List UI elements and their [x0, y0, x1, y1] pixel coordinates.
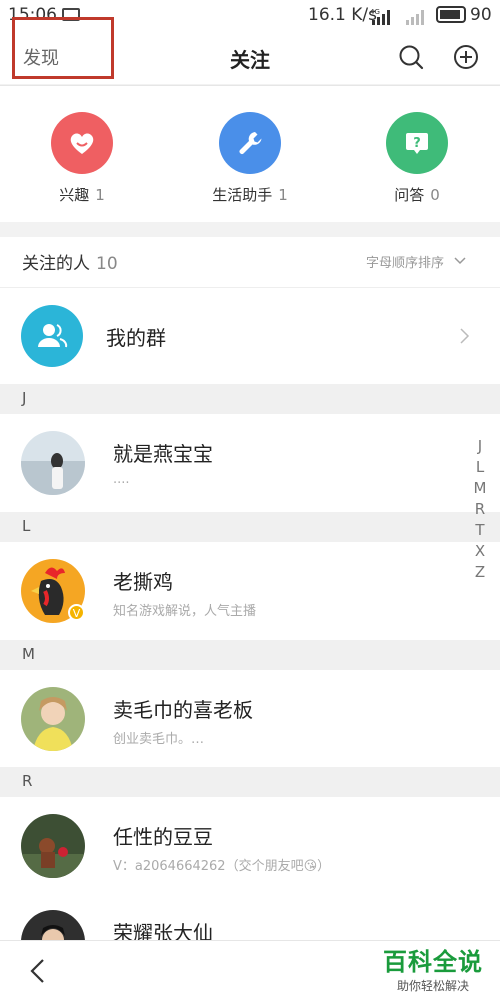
verified-badge: V	[68, 604, 85, 621]
index-letter[interactable]: T	[468, 520, 492, 541]
signal-4g-icon: 4G	[370, 8, 390, 25]
contact-subtitle: ....	[113, 472, 130, 487]
category-count: 1	[278, 186, 288, 204]
contact-subtitle: V：a2064664262（交个朋友吧😘）	[113, 859, 331, 874]
category-row: 兴趣 1 生活助手 1 ? 问答 0	[0, 85, 500, 222]
search-icon[interactable]	[398, 44, 424, 70]
battery-percent: 90	[470, 5, 492, 25]
section-header: L	[0, 512, 500, 542]
alphabet-index[interactable]: J L M R T X Z	[468, 436, 492, 583]
chevron-right-icon	[460, 328, 470, 344]
watermark-title: 百科全说	[383, 948, 483, 976]
category-count: 0	[430, 186, 440, 204]
contact-name: 就是燕宝宝	[113, 442, 213, 466]
section-header: J	[0, 384, 500, 414]
contact-row[interactable]: 卖毛巾的喜老板 创业卖毛巾。…	[0, 670, 500, 768]
group-icon	[21, 305, 83, 367]
following-count: 10	[96, 254, 118, 274]
category-label: 生活助手	[212, 186, 273, 204]
chevron-down-icon[interactable]	[454, 255, 466, 267]
category-life-assistant[interactable]: 生活助手 1	[190, 112, 310, 205]
section-header: M	[0, 640, 500, 670]
index-letter[interactable]: M	[468, 478, 492, 499]
contact-name: 卖毛巾的喜老板	[113, 698, 253, 722]
category-interest[interactable]: 兴趣 1	[22, 112, 142, 205]
sort-button[interactable]: 字母顺序排序	[366, 252, 444, 271]
contact-subtitle: 知名游戏解说，人气主播	[113, 604, 257, 619]
category-label: 问答	[394, 186, 425, 204]
signal-icon	[406, 10, 424, 25]
network-speed: 16.1 K/s	[308, 5, 377, 25]
group-label: 我的群	[106, 326, 166, 350]
wrench-icon	[219, 112, 281, 174]
watermark-subtitle: 助你轻松解决	[396, 979, 469, 993]
following-title: 关注的人	[22, 254, 90, 274]
contact-name: 老撕鸡	[113, 570, 173, 594]
index-letter[interactable]: Z	[468, 562, 492, 583]
contact-name: 任性的豆豆	[113, 825, 213, 849]
avatar	[21, 431, 85, 495]
category-qa[interactable]: ? 问答 0	[357, 112, 477, 205]
my-groups-row[interactable]: 我的群	[0, 287, 500, 384]
highlight-annotation	[12, 17, 114, 79]
section-header: R	[0, 767, 500, 797]
index-letter[interactable]: X	[468, 541, 492, 562]
add-icon[interactable]	[453, 44, 479, 70]
contact-row[interactable]: V 老撕鸡 知名游戏解说，人气主播	[0, 542, 500, 640]
index-letter[interactable]: J	[468, 436, 492, 457]
following-header: 关注的人 10 字母顺序排序	[0, 237, 500, 287]
heart-icon	[51, 112, 113, 174]
category-label: 兴趣	[59, 186, 90, 204]
svg-text:?: ?	[413, 136, 421, 151]
back-icon[interactable]	[28, 957, 48, 985]
contact-row[interactable]: 就是燕宝宝 ....	[0, 414, 500, 512]
svg-text:4G: 4G	[370, 8, 380, 16]
contact-row[interactable]: 任性的豆豆 V：a2064664262（交个朋友吧😘）	[0, 797, 500, 895]
index-letter[interactable]: L	[468, 457, 492, 478]
question-icon: ?	[386, 112, 448, 174]
battery-icon	[436, 6, 466, 23]
avatar	[21, 687, 85, 751]
watermark: 百科全说 助你轻松解决	[374, 942, 492, 994]
avatar	[21, 814, 85, 878]
category-count: 1	[95, 186, 105, 204]
index-letter[interactable]: R	[468, 499, 492, 520]
contact-subtitle: 创业卖毛巾。…	[113, 732, 205, 747]
